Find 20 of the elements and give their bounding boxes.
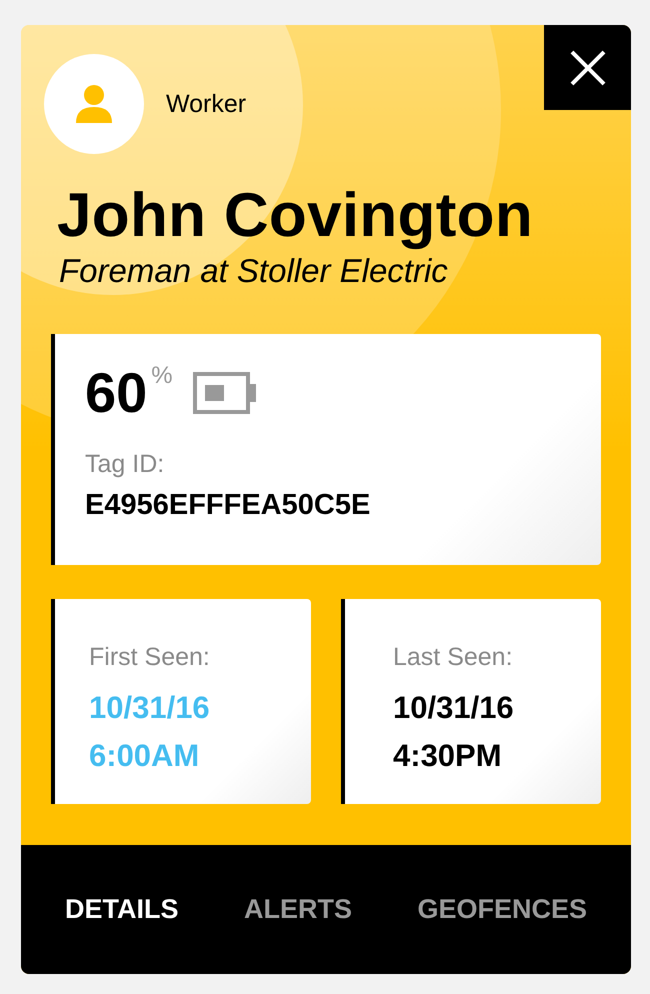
- seen-label: Last Seen:: [393, 643, 514, 672]
- tab[interactable]: ALERTS: [244, 894, 352, 925]
- percent-unit: %: [151, 362, 173, 390]
- seen-date: 10/31/16: [89, 689, 211, 727]
- seen-label: First Seen:: [89, 643, 211, 672]
- close-button[interactable]: [544, 25, 631, 110]
- seen-date: 10/31/16: [393, 689, 515, 727]
- tag-id-label: Tag ID:: [85, 450, 166, 479]
- close-icon: [568, 48, 606, 86]
- person-icon: [75, 85, 113, 123]
- battery-percent: 60: [85, 360, 148, 426]
- role-label: Worker: [166, 90, 246, 118]
- seen-time: 4:30PM: [393, 737, 503, 775]
- battery-icon: [192, 372, 257, 414]
- job-title: Foreman at Stoller Electric: [59, 253, 449, 289]
- seen-time: 6:00AM: [89, 737, 200, 775]
- tag-id-value: E4956EFFFEA50C5E: [85, 489, 372, 522]
- tab[interactable]: DETAILS: [65, 894, 178, 925]
- worker-name: John Covington: [57, 183, 534, 249]
- tab[interactable]: GEOFENCES: [417, 894, 587, 925]
